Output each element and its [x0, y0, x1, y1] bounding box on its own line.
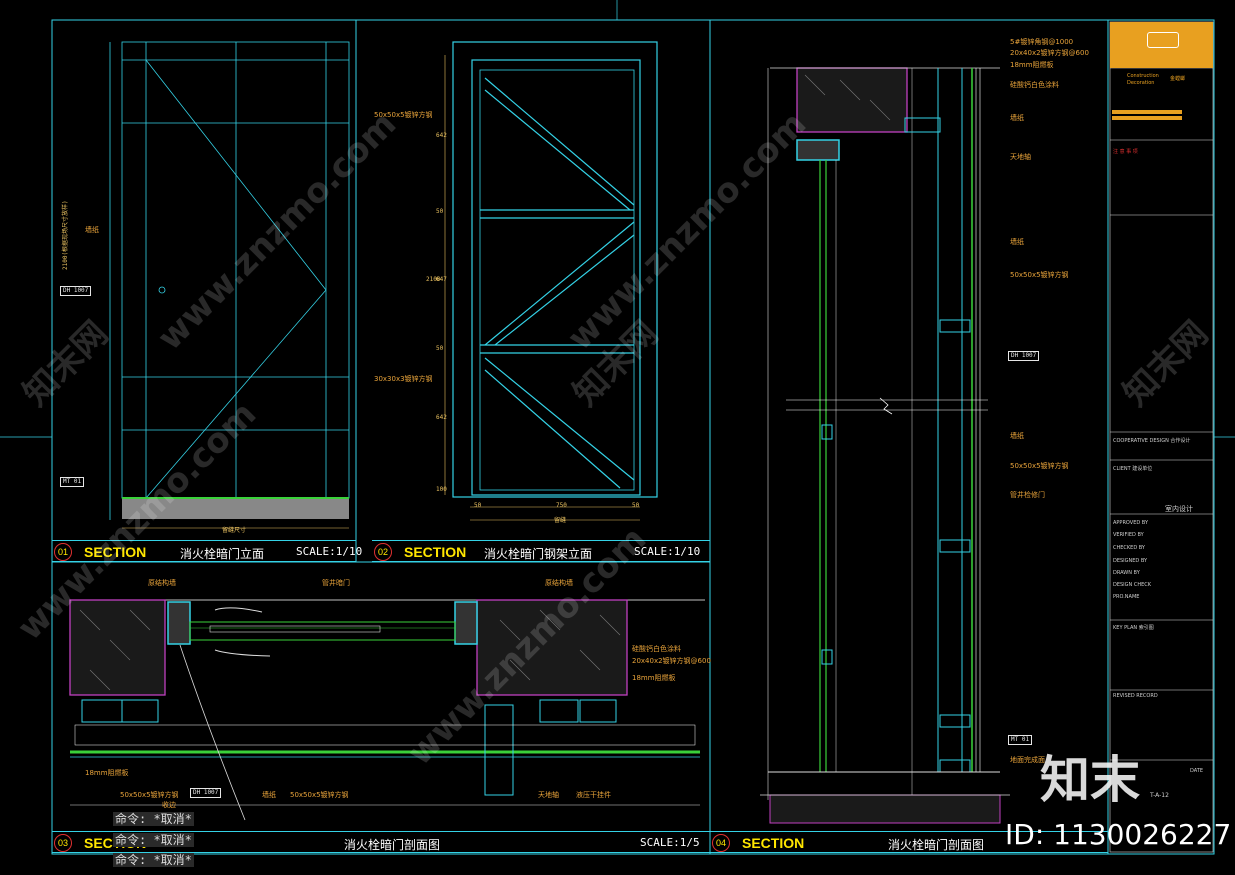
annotation: 20x40x2镀锌方钢@600: [632, 657, 711, 665]
material-tag: DH 1007: [190, 788, 222, 798]
dimension-label: 留缝: [554, 517, 567, 524]
annotation: 原结构墙: [148, 579, 176, 587]
annotation: 墙纸: [1010, 114, 1024, 122]
annotation: 墙纸: [262, 791, 276, 799]
dimension-label: 642: [436, 414, 447, 421]
client-label: CLIENT 建设单位: [1113, 466, 1153, 472]
annotation: 50x50x5镀锌方钢: [120, 791, 179, 799]
dimension-vertical: 2100(根据现场尺寸放样): [62, 200, 69, 270]
panel-scale: SCALE:1/10: [296, 545, 363, 558]
dimension-label: 50: [632, 502, 640, 509]
panel-number: 03: [54, 834, 72, 852]
material-tag: DH 1007: [60, 286, 92, 296]
approved-by: APPROVED BY: [1113, 520, 1149, 526]
annotation: 5#镀锌角钢@1000: [1010, 38, 1074, 46]
panel-number: 01: [54, 543, 72, 561]
command-line[interactable]: 命令: *取消*: [113, 812, 194, 826]
annotation: 30x30x3镀锌方钢: [374, 375, 433, 383]
dimension-label: 750: [556, 502, 567, 509]
dimension-label: 2100: [426, 276, 441, 283]
plan-section-drawing: [69, 599, 705, 821]
dimension-label: 100: [436, 486, 447, 493]
section-label: SECTION: [742, 835, 805, 851]
panel-number: 04: [712, 834, 730, 852]
vertical-section-drawing: [760, 67, 1010, 824]
annotation: 墙纸: [85, 226, 99, 234]
zhimo-logo: 知末: [1040, 751, 1140, 809]
panel-title: 消火栓暗门剖面图: [344, 838, 441, 852]
panel-number: 02: [374, 543, 392, 561]
designed-by: DESIGNED BY: [1113, 558, 1148, 564]
annotation: 天地轴: [1010, 153, 1031, 161]
material-tag: DH 1007: [1008, 351, 1040, 361]
key-plan: KEY PLAN 索引图: [1113, 625, 1154, 631]
drawn-by: DRAWN BY: [1113, 570, 1140, 576]
command-line[interactable]: 命令: *取消*: [113, 833, 194, 847]
annotation: 50x50x5镀锌方钢: [290, 791, 349, 799]
company-name-cn: 金螳螂: [1170, 76, 1186, 82]
annotation: 墙纸: [1010, 432, 1024, 440]
panel-02-title-bar: 02 SECTION 消火栓暗门钢架立面 SCALE:1/10: [372, 540, 710, 562]
cooperative-design: COOPERATIVE DESIGN 合作设计: [1113, 438, 1191, 444]
date-label: DATE: [1190, 768, 1204, 774]
annotation: 硅酸钙白色涂料: [1010, 81, 1059, 89]
dimension-label: 50: [436, 208, 444, 215]
annotation: 收边: [162, 801, 176, 809]
project-name: PRO.NAME: [1113, 594, 1140, 600]
annotation: 管井暗门: [322, 579, 350, 587]
company-name-en: Decoration: [1127, 80, 1155, 86]
dimension-label: 留缝尺寸: [222, 527, 247, 534]
design-check: DESIGN CHECK: [1113, 582, 1152, 588]
revised-record: REVISED RECORD: [1113, 693, 1158, 699]
sheet-number: T-A-12: [1150, 792, 1169, 799]
annotation: 硅酸钙白色涂料: [632, 645, 681, 653]
company-name-en: Construction: [1127, 73, 1159, 79]
dimension-label: 50: [436, 345, 444, 352]
warning-title: 注 意 事 项: [1113, 149, 1138, 155]
annotation: 18mm阻燃板: [85, 769, 129, 777]
dimension-label: 642: [436, 132, 447, 139]
dimension-label: 50: [474, 502, 482, 509]
company-logo: [1147, 32, 1179, 48]
panel-scale: SCALE:1/5: [640, 836, 700, 849]
verified-by: VERIFIED BY: [1113, 532, 1144, 538]
material-tag: MT 01: [60, 477, 85, 487]
material-tag: MT 01: [1008, 735, 1033, 745]
section-label: SECTION: [404, 544, 467, 560]
annotation: 天地轴: [538, 791, 559, 799]
annotation: 50x50x5镀锌方钢: [1010, 271, 1069, 279]
annotation: 18mm阻燃板: [1010, 61, 1054, 69]
image-id: ID: 1130026227: [1005, 818, 1232, 851]
annotation: 液压干挂件: [576, 791, 611, 799]
checked-by: CHECKED BY: [1113, 545, 1145, 551]
command-line[interactable]: 命令: *取消*: [113, 853, 194, 867]
panel-title: 消火栓暗门立面: [180, 547, 265, 561]
annotation: 管井检修门: [1010, 491, 1045, 499]
annotation: 20x40x2镀锌方钢@600: [1010, 49, 1089, 57]
annotation: 墙纸: [1010, 238, 1024, 246]
panel-title: 消火栓暗门钢架立面: [484, 547, 593, 561]
handle-point: [158, 286, 166, 294]
panel-title: 消火栓暗门剖面图: [888, 838, 985, 852]
annotation: 50x50x5镀锌方钢: [1010, 462, 1069, 470]
annotation: 18mm阻燃板: [632, 674, 676, 682]
discipline-label: 室内设计: [1165, 505, 1193, 513]
